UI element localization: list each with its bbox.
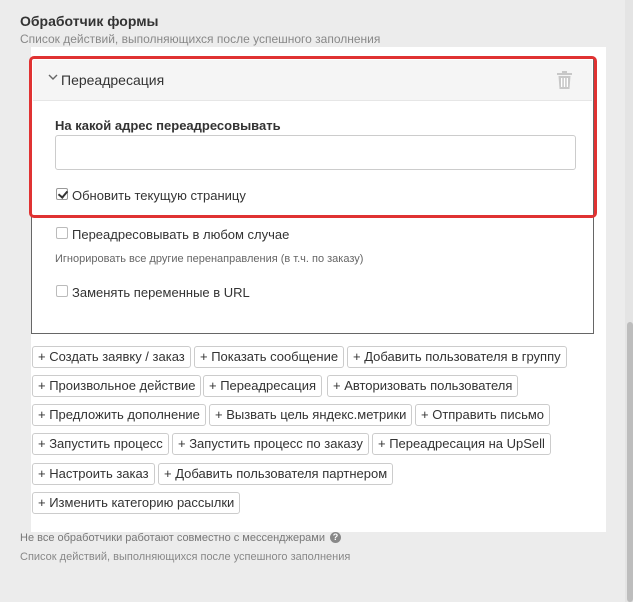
add-change-mailing-category-button[interactable]: + Изменить категорию рассылки — [32, 492, 241, 514]
add-start-order-process-button[interactable]: + Запустить процесс по заказу — [172, 433, 369, 455]
replace-variables-label[interactable]: Заменять переменные в URL — [72, 285, 250, 300]
add-configure-order-button[interactable]: + Настроить заказ — [32, 463, 155, 485]
messenger-compat-note: Не все обработчики работают совместно с … — [20, 532, 326, 544]
add-start-process-button[interactable]: + Запустить процесс — [32, 433, 169, 455]
highlight-frame — [29, 56, 597, 218]
scrollbar-thumb[interactable] — [627, 322, 633, 602]
scrollbar[interactable] — [625, 0, 633, 602]
always-redirect-checkbox[interactable] — [56, 227, 68, 239]
footer-subtitle: Список действий, выполняющихся после усп… — [20, 551, 351, 563]
add-user-to-group-button[interactable]: + Добавить пользователя в группу — [347, 346, 567, 368]
add-show-message-button[interactable]: + Показать сообщение — [194, 346, 345, 368]
add-metrika-goal-button[interactable]: + Вызвать цель яндекс.метрики — [209, 404, 413, 426]
always-redirect-label[interactable]: Переадресовывать в любом случае — [72, 227, 289, 242]
section-subtitle: Список действий, выполняющихся после усп… — [20, 32, 381, 46]
add-create-order-button[interactable]: + Создать заявку / заказ — [32, 346, 191, 368]
add-send-email-button[interactable]: + Отправить письмо — [415, 404, 551, 426]
add-partner-user-button[interactable]: + Добавить пользователя партнером — [158, 463, 394, 485]
always-redirect-hint: Игнорировать все другие перенаправления … — [55, 253, 364, 265]
replace-variables-checkbox[interactable] — [56, 285, 68, 297]
add-redirect-button[interactable]: + Переадресация — [203, 375, 322, 397]
add-authorize-user-button[interactable]: + Авторизовать пользователя — [327, 375, 519, 397]
add-custom-action-button[interactable]: + Произвольное действие — [32, 375, 202, 397]
question-circle-icon[interactable]: ? — [330, 532, 341, 543]
add-upsell-redirect-button[interactable]: + Переадресация на UpSell — [372, 433, 551, 455]
section-title: Обработчик формы — [20, 13, 159, 29]
add-offer-addon-button[interactable]: + Предложить дополнение — [32, 404, 206, 426]
